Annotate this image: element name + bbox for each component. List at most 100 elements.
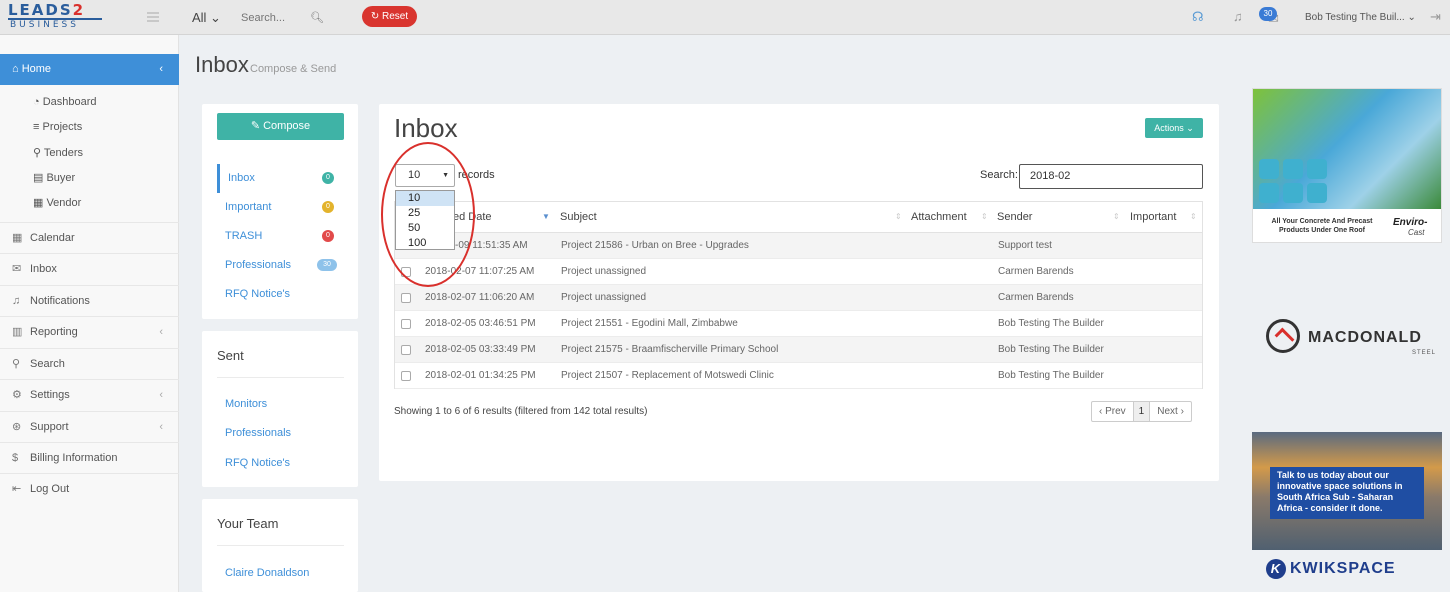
row-date: 2018-02-05 03:46:51 PM — [425, 318, 536, 329]
row-checkbox[interactable] — [401, 345, 411, 355]
enviro-cast-ad[interactable]: All Your Concrete And Precast Products U… — [1252, 88, 1442, 243]
folder-trash[interactable]: TRASH — [225, 230, 262, 242]
bell-icon: ♫ — [12, 295, 21, 307]
sidebar-item-search[interactable]: ⚲ Search — [0, 348, 179, 379]
ad-image — [1253, 89, 1441, 209]
search-scope-dropdown[interactable]: All ⌄ — [192, 10, 221, 26]
sidebar-item-calendar[interactable]: ▦ Calendar — [0, 222, 179, 253]
edit-icon: ✎ — [250, 120, 264, 132]
row-subject[interactable]: Project unassigned — [561, 292, 646, 303]
table-row[interactable]: 2018-02-05 03:33:49 PM Project 21575 - B… — [395, 337, 1202, 363]
kwikspace-logo-icon: K — [1266, 559, 1286, 579]
row-subject[interactable]: Project 21586 - Urban on Bree - Upgrades — [561, 240, 749, 251]
sidebar-item-reporting[interactable]: ▥ Reporting ‹ — [0, 316, 179, 347]
ad-brand: MACDONALD — [1308, 329, 1422, 346]
vendor-icon: ▦ — [33, 197, 47, 209]
sent-professionals[interactable]: Professionals — [225, 427, 291, 439]
sidebar-sub-dashboard[interactable]: ◔ Dashboard — [33, 96, 97, 108]
support-icon: ⊛ — [12, 421, 22, 433]
row-sender: Bob Testing The Builder — [998, 318, 1104, 329]
folder-professionals[interactable]: Professionals — [225, 259, 291, 271]
sort-icon[interactable]: ⇕ — [1190, 212, 1197, 221]
top-bar: LEADS2 BUSINESS All ⌄ 🔍︎ ↻ Reset ☊ ♫ ✉ 3… — [0, 0, 1450, 35]
macdonald-steel-ad[interactable]: MACDONALD STEEL — [1252, 304, 1442, 374]
prev-page-button[interactable]: ‹ Prev — [1092, 402, 1133, 421]
sidebar-item-home[interactable]: ⌂ Home ‹ — [0, 54, 179, 85]
logout-icon[interactable]: ⇥ — [1430, 9, 1441, 25]
sidebar-sub-projects[interactable]: ≡ Projects — [33, 121, 82, 133]
dashboard-icon: ◔ — [33, 96, 43, 108]
team-member[interactable]: Claire Donaldson — [225, 567, 309, 579]
sidebar-item-settings[interactable]: ⚙ Settings ‹ — [0, 379, 179, 410]
ad-brand-sub: Cast — [1408, 228, 1425, 237]
page-1-button[interactable]: 1 — [1132, 402, 1151, 421]
sort-icon[interactable]: ⇕ — [895, 212, 902, 221]
table-search-label: Search: — [980, 169, 1018, 181]
global-search[interactable]: 🔍︎ — [232, 7, 332, 28]
row-date: 2018-02-01 01:34:25 PM — [425, 370, 536, 381]
sort-icon[interactable]: ⇕ — [981, 212, 988, 221]
row-subject[interactable]: Project 21507 - Replacement of Motswedi … — [561, 370, 774, 381]
folder-rfq-notices[interactable]: RFQ Notice's — [225, 288, 290, 300]
page-subtitle: Compose & Send — [250, 63, 337, 75]
chevron-left-icon: ‹ — [159, 389, 163, 401]
sidebar-sub-buyer[interactable]: ▤ Buyer — [33, 171, 75, 184]
menu-toggle-icon[interactable] — [147, 12, 159, 22]
table-search-input[interactable]: 2018-02 — [1019, 164, 1203, 189]
bell-icon[interactable]: ♫ — [1233, 9, 1243, 24]
calendar-icon: ▦ — [12, 232, 23, 244]
kwikspace-ad[interactable]: Talk to us today about our innovative sp… — [1252, 432, 1442, 587]
headset-icon[interactable]: ☊ — [1192, 9, 1204, 25]
compose-button[interactable]: ✎ Compose — [217, 113, 344, 140]
inbox-count-badge: 0 — [322, 172, 334, 184]
row-sender: Bob Testing The Builder — [998, 344, 1104, 355]
row-checkbox[interactable] — [401, 371, 411, 381]
leads2business-logo[interactable]: LEADS2 BUSINESS — [8, 3, 128, 33]
user-menu[interactable]: Bob Testing The Buil... ⌄ — [1305, 12, 1416, 23]
col-important[interactable]: Important — [1130, 211, 1176, 223]
row-subject[interactable]: Project 21575 - Braamfischerville Primar… — [561, 344, 778, 355]
envelope-icon: ✉ — [12, 263, 22, 275]
sidebar-item-logout[interactable]: ⇤ Log Out — [0, 473, 179, 504]
folder-inbox[interactable]: Inbox — [228, 172, 255, 184]
divider — [217, 377, 344, 378]
row-subject[interactable]: Project 21551 - Egodini Mall, Zimbabwe — [561, 318, 738, 329]
table-row[interactable]: -09 11:51:35 AM Project 21586 - Urban on… — [395, 233, 1202, 259]
sidebar-item-notifications[interactable]: ♫ Notifications — [0, 285, 179, 316]
search-icon: ⚲ — [12, 358, 21, 370]
search-icon[interactable]: 🔍︎ — [310, 11, 324, 24]
sidebar-sub-tenders[interactable]: ⚲ Tenders — [33, 146, 83, 159]
sort-icon[interactable]: ⇕ — [1113, 212, 1120, 221]
table-row[interactable]: 2018-02-05 03:46:51 PM Project 21551 - E… — [395, 311, 1202, 337]
sidebar-item-support[interactable]: ⊛ Support ‹ — [0, 411, 179, 442]
sent-monitors[interactable]: Monitors — [225, 398, 267, 410]
actions-button[interactable]: Actions ⌄ — [1145, 118, 1203, 138]
table-header: ed Date ▼ Subject ⇕ Attachment ⇕ Sender … — [395, 202, 1202, 233]
table-row[interactable]: 2018-02-07 11:07:25 AM Project unassigne… — [395, 259, 1202, 285]
inbox-heading: Inbox — [394, 113, 458, 143]
col-sender[interactable]: Sender — [997, 211, 1032, 223]
sidebar-sub-vendor[interactable]: ▦ Vendor — [33, 196, 81, 209]
sidebar-item-inbox[interactable]: ✉ Inbox — [0, 253, 179, 284]
sort-desc-icon[interactable]: ▼ — [542, 212, 550, 221]
global-search-input[interactable] — [232, 7, 302, 28]
row-checkbox[interactable] — [401, 319, 411, 329]
messages-count-badge: 30 — [1259, 7, 1277, 21]
ad-text: Talk to us today about our innovative sp… — [1270, 467, 1424, 519]
tenders-icon: ⚲ — [33, 147, 44, 159]
bar-chart-icon: ▥ — [12, 326, 23, 338]
sent-rfq-notices[interactable]: RFQ Notice's — [225, 457, 290, 469]
sidebar-item-billing[interactable]: $ Billing Information — [0, 442, 179, 473]
folder-important[interactable]: Important — [225, 201, 271, 213]
table-row[interactable]: 2018-02-01 01:34:25 PM Project 21507 - R… — [395, 363, 1202, 389]
logout-icon: ⇤ — [12, 483, 22, 495]
row-subject[interactable]: Project unassigned — [561, 266, 646, 277]
ad-brand: K KWIKSPACE — [1266, 559, 1396, 579]
reset-button[interactable]: ↻ Reset — [362, 6, 417, 27]
row-checkbox[interactable] — [401, 293, 411, 303]
col-attachment[interactable]: Attachment — [911, 211, 967, 223]
col-subject[interactable]: Subject — [560, 211, 597, 223]
pagination: ‹ Prev 1 Next › — [1091, 401, 1192, 422]
next-page-button[interactable]: Next › — [1150, 402, 1191, 421]
table-row[interactable]: 2018-02-07 11:06:20 AM Project unassigne… — [395, 285, 1202, 311]
